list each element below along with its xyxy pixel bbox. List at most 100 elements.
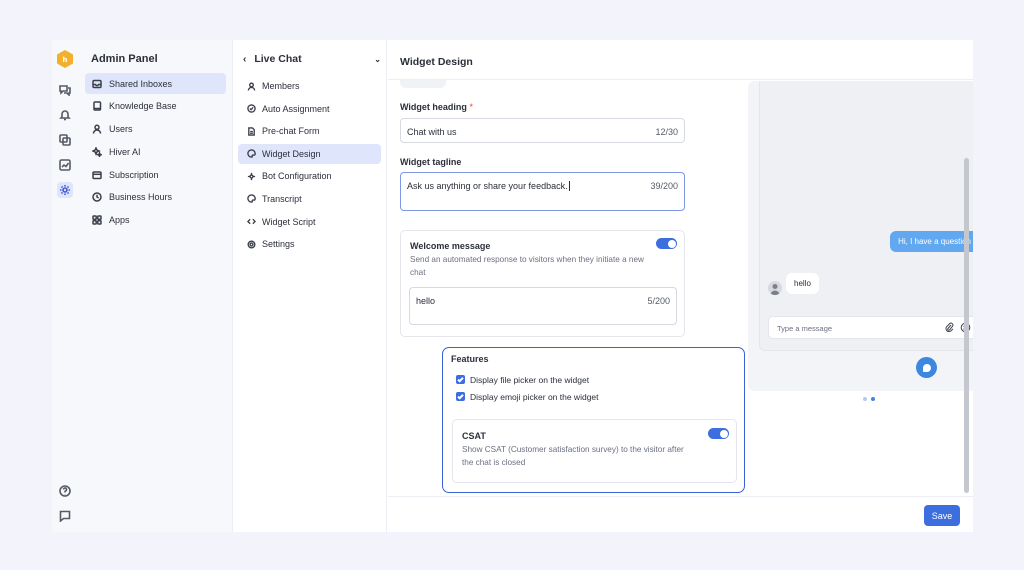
clock-icon	[92, 192, 102, 203]
livechat-item-label: Members	[262, 81, 300, 91]
admin-panel-title: Admin Panel	[91, 53, 158, 65]
feedback-icon[interactable]	[57, 508, 73, 524]
welcome-message-toggle[interactable]	[656, 238, 677, 249]
csat-card: CSAT Show CSAT (Customer satisfaction su…	[452, 419, 737, 483]
card-icon	[92, 170, 102, 179]
code-icon	[247, 218, 256, 225]
scrollbar[interactable]	[964, 158, 969, 493]
user-icon	[92, 124, 102, 134]
book-icon	[93, 101, 102, 112]
widget-heading-input[interactable]: Chat with us 12/30	[400, 118, 685, 143]
admin-item-label: Subscription	[109, 169, 159, 180]
live-chat-title: Live Chat	[254, 53, 302, 65]
help-icon[interactable]	[57, 483, 73, 499]
admin-item-users[interactable]: Users	[85, 119, 226, 140]
livechat-item-transcript[interactable]: Transcript	[238, 189, 381, 209]
widget-heading-counter: 12/30	[655, 127, 678, 137]
admin-item-knowledge-base[interactable]: Knowledge Base	[85, 96, 226, 117]
livechat-item-widget-design[interactable]: Widget Design	[238, 143, 381, 164]
csat-toggle[interactable]	[708, 428, 729, 439]
live-chat-sidebar: ‹ Live Chat ⌄ Members Auto Assignment Pr…	[233, 40, 387, 532]
page-header: Widget Design	[388, 40, 973, 80]
live-chat-header[interactable]: ‹ Live Chat ⌄	[243, 52, 381, 66]
copy-icon[interactable]	[57, 132, 73, 148]
chevron-down-icon[interactable]: ⌄	[374, 55, 381, 64]
hiver-logo-icon[interactable]: h	[57, 50, 73, 68]
agent-avatar	[768, 281, 782, 295]
widget-design-page: Widget Design Widget heading * Chat with…	[388, 40, 973, 532]
welcome-message-value: hello	[416, 296, 436, 306]
chat-bubbles-icon[interactable]	[57, 82, 73, 98]
file-picker-checkbox[interactable]	[456, 375, 465, 384]
app-frame: h Admin Panel Shared Inboxes Knowledge B…	[52, 40, 973, 532]
admin-item-apps[interactable]: Apps	[85, 210, 226, 231]
csat-description: Show CSAT (Customer satisfaction survey)…	[462, 445, 684, 467]
chat-window-preview: Hi, I have a question hello Type a messa…	[759, 81, 973, 351]
features-section: Features Display file picker on the widg…	[442, 347, 745, 493]
live-chat-nav: Members Auto Assignment Pre-chat Form Wi…	[238, 76, 381, 257]
admin-item-label: Shared Inboxes	[109, 78, 173, 89]
widget-tagline-input[interactable]: Ask us anything or share your feedback. …	[400, 172, 685, 211]
check-circle-icon	[247, 104, 256, 113]
page-footer: Save	[388, 496, 973, 532]
admin-item-label: Apps	[109, 215, 130, 226]
admin-item-hiver-ai[interactable]: Hiver AI	[85, 141, 226, 162]
livechat-item-label: Auto Assignment	[262, 103, 330, 114]
inbox-icon	[92, 79, 102, 88]
welcome-message-input[interactable]: hello 5/200	[409, 287, 677, 325]
attachment-icon[interactable]	[944, 322, 955, 333]
settings-icon[interactable]	[57, 182, 73, 198]
welcome-message-description: Send an automated response to visitors w…	[410, 255, 644, 277]
document-icon	[248, 126, 255, 136]
bot-icon	[247, 172, 256, 180]
page-title: Widget Design	[400, 56, 473, 68]
widget-tagline-label: Widget tagline	[400, 157, 462, 167]
admin-item-label: Hiver AI	[109, 146, 141, 157]
livechat-item-bot-configuration[interactable]: Bot Configuration	[238, 166, 381, 186]
carousel-dots[interactable]	[863, 397, 875, 401]
icon-rail: h	[52, 40, 78, 532]
widget-preview: Hi, I have a question hello Type a messa…	[748, 81, 973, 401]
emoji-picker-checkbox[interactable]	[456, 392, 465, 401]
welcome-message-counter: 5/200	[647, 296, 670, 306]
livechat-item-members[interactable]: Members	[238, 76, 381, 96]
livechat-item-label: Settings	[262, 239, 295, 250]
sparkle-icon	[92, 146, 102, 157]
welcome-message-title: Welcome message	[410, 241, 491, 251]
palette-icon	[247, 149, 256, 159]
livechat-item-auto-assignment[interactable]: Auto Assignment	[238, 99, 381, 119]
livechat-item-settings[interactable]: Settings	[238, 234, 381, 254]
gear-icon	[247, 240, 256, 249]
livechat-item-pre-chat-form[interactable]: Pre-chat Form	[238, 121, 381, 141]
admin-item-business-hours[interactable]: Business Hours	[85, 187, 226, 208]
livechat-item-widget-script[interactable]: Widget Script	[238, 212, 381, 232]
palette-icon	[247, 194, 256, 204]
emoji-picker-label: Display emoji picker on the widget	[470, 392, 599, 402]
widget-heading-label-text: Widget heading	[400, 102, 467, 112]
admin-nav: Shared Inboxes Knowledge Base Users Hive…	[85, 73, 226, 233]
welcome-message-card: Welcome message Send an automated respon…	[400, 230, 685, 337]
message-input[interactable]: Type a message	[768, 316, 973, 339]
livechat-item-label: Widget Design	[262, 148, 321, 159]
bell-icon[interactable]	[57, 107, 73, 123]
checkmark-icon	[457, 377, 464, 383]
admin-item-shared-inboxes[interactable]: Shared Inboxes	[85, 73, 226, 94]
features-title: Features	[451, 354, 489, 364]
file-picker-label: Display file picker on the widget	[470, 375, 590, 385]
chat-launcher-icon[interactable]	[916, 357, 937, 378]
widget-tagline-counter: 39/200	[650, 181, 678, 191]
csat-title: CSAT	[462, 431, 486, 441]
grid-icon	[92, 215, 102, 226]
admin-item-label: Users	[109, 124, 133, 135]
back-arrow-icon[interactable]: ‹	[243, 54, 246, 65]
admin-panel-sidebar: Admin Panel Shared Inboxes Knowledge Bas…	[78, 40, 233, 532]
save-button[interactable]: Save	[924, 505, 960, 526]
livechat-item-label: Widget Script	[262, 216, 316, 227]
widget-heading-value: Chat with us	[407, 127, 457, 137]
scrolled-element-stub	[400, 80, 446, 88]
admin-item-label: Business Hours	[109, 192, 173, 203]
admin-item-subscription[interactable]: Subscription	[85, 164, 226, 185]
livechat-item-label: Pre-chat Form	[262, 126, 320, 137]
analytics-icon[interactable]	[57, 157, 73, 173]
checkmark-icon	[457, 394, 464, 400]
